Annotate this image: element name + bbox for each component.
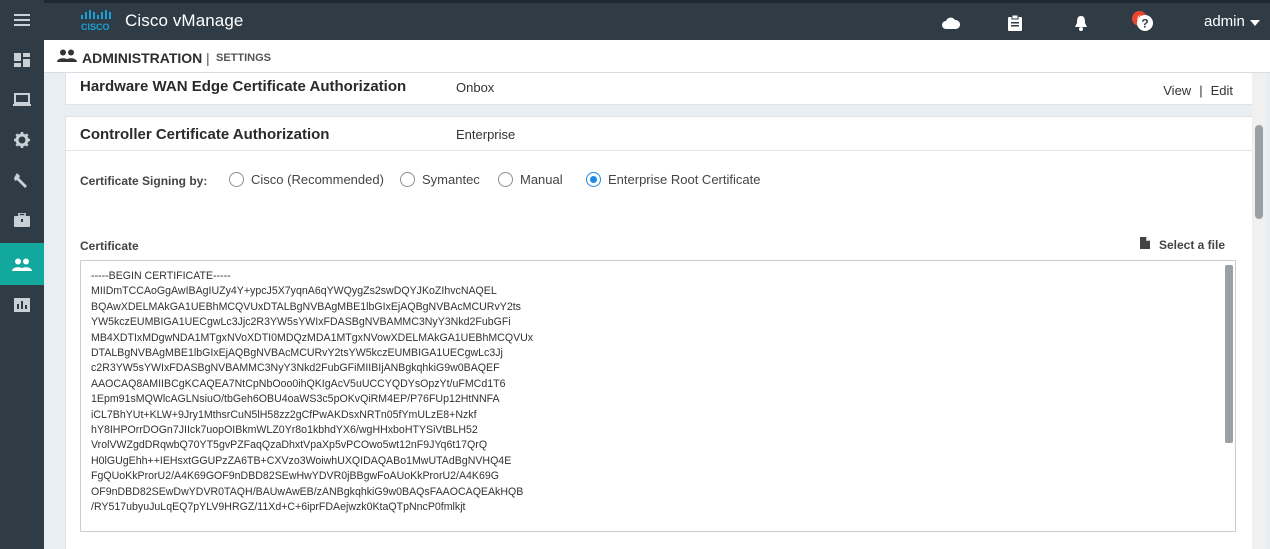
actions-separator: | [1199,83,1203,98]
breadcrumb-settings: SETTINGS [216,52,272,64]
controller-certificate-panel: Controller Certificate Authorization Ent… [65,116,1260,549]
certificate-line: 1Epm91sMQWlcAGLNsiuO/tbGeh6OBU4oaWS3c5pO… [91,393,500,406]
configuration-icon[interactable] [0,120,44,160]
radio-indicator[interactable] [498,172,513,187]
certificate-line: FgQUoKkProrU2/A4K69GOF9nDBD82SEwHwYDVR0j… [91,470,500,483]
view-link[interactable]: View [1163,83,1191,98]
certificate-text: -----BEGIN CERTIFICATE----- MIIDmTCCAoGgA… [91,269,533,516]
certificate-line: hY8IHPOrrDOGn7JIIck7uopOIBkmWLZ0Yr8o1kbh… [91,424,478,437]
controller-panel-value: Enterprise [456,127,516,142]
radio-symantec[interactable]: Symantec [400,172,480,187]
administration-icon[interactable] [0,243,44,285]
radio-manual[interactable]: Manual [498,172,563,187]
user-menu[interactable]: admin [1204,13,1245,30]
certificate-textarea[interactable]: -----BEGIN CERTIFICATE----- MIIDmTCCAoGgA… [80,260,1236,532]
file-icon [1139,237,1150,252]
radio-label: Symantec [422,172,480,187]
app-title: Cisco vManage [125,11,244,30]
certificate-label: Certificate [80,239,139,253]
certificate-line: c2R3YW5sYWIxFDASBgNVBAMMC3NyY3Nkd2FubGFi… [91,362,500,375]
sidebar [0,0,44,549]
svg-text:?: ? [1141,17,1148,31]
maintenance-icon[interactable] [0,200,44,240]
radio-indicator[interactable] [229,172,244,187]
top-bar: CISCO Cisco vManage 6 ? admin [44,0,1270,40]
edit-link[interactable]: Edit [1211,83,1233,98]
page-scrollbar-track[interactable] [1252,73,1266,549]
radio-label: Enterprise Root Certificate [608,172,761,187]
certificate-line: /RY517ubyuJuLqEQ7pYLV9HRGZ/11Xd+C+6iprFD… [91,501,466,514]
certificate-line: BQAwXDELMAkGA1UEBhMCQVUxDTALBgNVBAgMBE1l… [91,300,521,313]
page-scrollbar-thumb[interactable] [1255,125,1263,219]
radio-label: Cisco (Recommended) [251,172,384,187]
select-file-button[interactable]: Select a file [1139,237,1225,252]
hardware-row-actions: View | Edit [1163,83,1233,98]
hardware-wan-edge-row: Hardware WAN Edge Certificate Authorizat… [65,73,1260,105]
bell-icon[interactable] [1070,12,1092,34]
hardware-row-title: Hardware WAN Edge Certificate Authorizat… [80,78,407,95]
select-file-label: Select a file [1158,237,1225,252]
hardware-row-value: Onbox [456,80,495,95]
certificate-signing-label: Certificate Signing by: [80,174,208,188]
certificate-line: DTALBgNVBAgMBE1lbGIxEjAQBgNVBAcMCURvY2ts… [91,347,503,360]
radio-cisco-recommended[interactable]: Cisco (Recommended) [229,172,384,187]
cisco-logo: CISCO [80,9,114,35]
settings-content: Hardware WAN Edge Certificate Authorizat… [44,73,1270,549]
radio-label: Manual [520,172,563,187]
help-icon[interactable]: ? [1134,12,1156,34]
chevron-down-icon[interactable] [1250,20,1260,26]
tools-icon[interactable] [0,160,44,200]
breadcrumb-separator: | [206,50,210,66]
vmanage-window: CISCO Cisco vManage 6 ? admin ADMINISTRA… [0,0,1270,549]
breadcrumb-administration: ADMINISTRATION [82,50,203,66]
breadcrumb: ADMINISTRATION | SETTINGS [44,40,1270,73]
dashboard-icon[interactable] [0,40,44,80]
radio-indicator-selected[interactable] [586,172,601,187]
certificate-line: YW5kczEUMBIGA1UECgwLc3Jjc2R3YW5sYWIxFDAS… [91,316,511,329]
certificate-line: MIIDmTCCAoGgAwIBAgIUZy4Y+ypcJ5X7yqnA6qYW… [91,285,497,298]
certificate-line: MB4XDTIxMDgwNDA1MTgxNVoXDTI0MDQzMDA1MTgx… [91,331,534,344]
certificate-line: AAOCAQ8AMIIBCgKCAQEA7NtCpNbOoo0ihQKIgAcV… [91,377,506,390]
users-icon [57,49,77,67]
clipboard-icon[interactable] [1004,12,1026,34]
analytics-icon[interactable] [0,285,44,325]
certificate-line: iCL7BhYUt+KLW+9Jry1MthsrCuN5lH58zz2gCfPw… [91,408,477,421]
controller-panel-title: Controller Certificate Authorization [80,126,330,143]
svg-text:CISCO: CISCO [81,22,110,32]
certificate-line: -----BEGIN CERTIFICATE----- [91,270,231,282]
certificate-line: VrolVWZgdDRqwbQ70YT5gvPZFaqQzaDhxtVpaXp5… [91,439,488,452]
certificate-scrollbar[interactable] [1225,265,1233,443]
controller-panel-header[interactable]: Controller Certificate Authorization Ent… [66,117,1259,151]
radio-enterprise-root-certificate[interactable]: Enterprise Root Certificate [586,172,760,187]
certificate-line: OF9nDBD82SEwDwYDVR0TAQH/BAUwAwEB/zANBgkq… [91,485,524,498]
menu-icon[interactable] [0,0,44,40]
cloud-icon[interactable] [940,12,962,34]
radio-indicator[interactable] [400,172,415,187]
monitor-icon[interactable] [0,80,44,120]
certificate-line: H0lGUgEhh++IEHsxtGGUPzZA6TB+CXVzo3WoiwhU… [91,454,512,467]
